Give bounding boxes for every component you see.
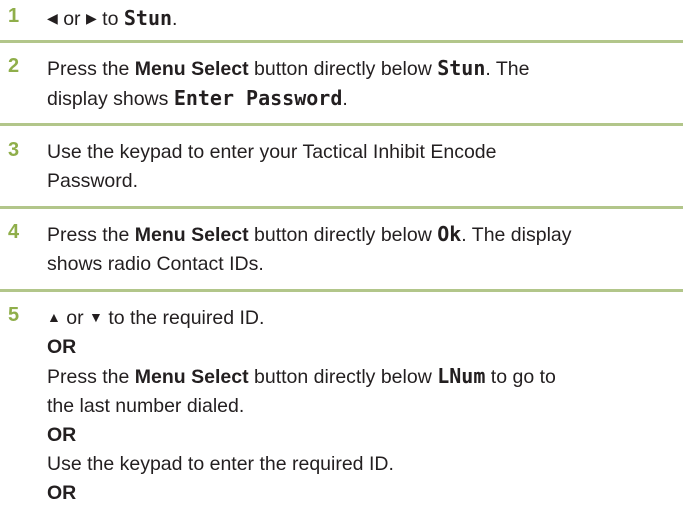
divider — [0, 40, 683, 43]
arrow-up-icon: ▲ — [47, 309, 61, 325]
display-term: Enter Password — [173, 86, 343, 110]
step-number: 3 — [8, 139, 20, 161]
or-label: OR — [47, 336, 77, 358]
step-text: Press the Menu Select button directly be… — [47, 222, 572, 275]
display-term: Ok — [437, 222, 462, 246]
arrow-right-icon: ▶ — [85, 10, 97, 26]
or-label: OR — [47, 424, 77, 446]
arrow-left-icon: ◀ — [47, 10, 58, 26]
arrow-down-icon: ▼ — [89, 309, 103, 325]
menu-select-term: Menu Select — [134, 224, 249, 246]
step-number: 2 — [8, 55, 20, 77]
step-text: ▲ or ▼ to the required ID. OR Press the … — [47, 303, 677, 508]
divider — [0, 206, 683, 209]
display-term: Stun — [123, 6, 173, 30]
or-label: OR — [47, 482, 77, 504]
step-number: 5 — [8, 304, 20, 326]
step-number: 4 — [8, 221, 20, 243]
display-term: Stun — [437, 56, 486, 80]
menu-select-term: Menu Select — [134, 366, 249, 388]
menu-select-term: Menu Select — [134, 58, 249, 80]
step-text: Use the keypad to enter your Tactical In… — [47, 141, 497, 192]
display-term: LNum — [437, 364, 486, 388]
divider — [0, 123, 683, 126]
step-text: Press the Menu Select button directly be… — [47, 56, 530, 110]
divider — [0, 289, 683, 292]
step-text: ◀ or ▶ to Stun. — [47, 4, 677, 34]
step-number: 1 — [8, 5, 20, 27]
